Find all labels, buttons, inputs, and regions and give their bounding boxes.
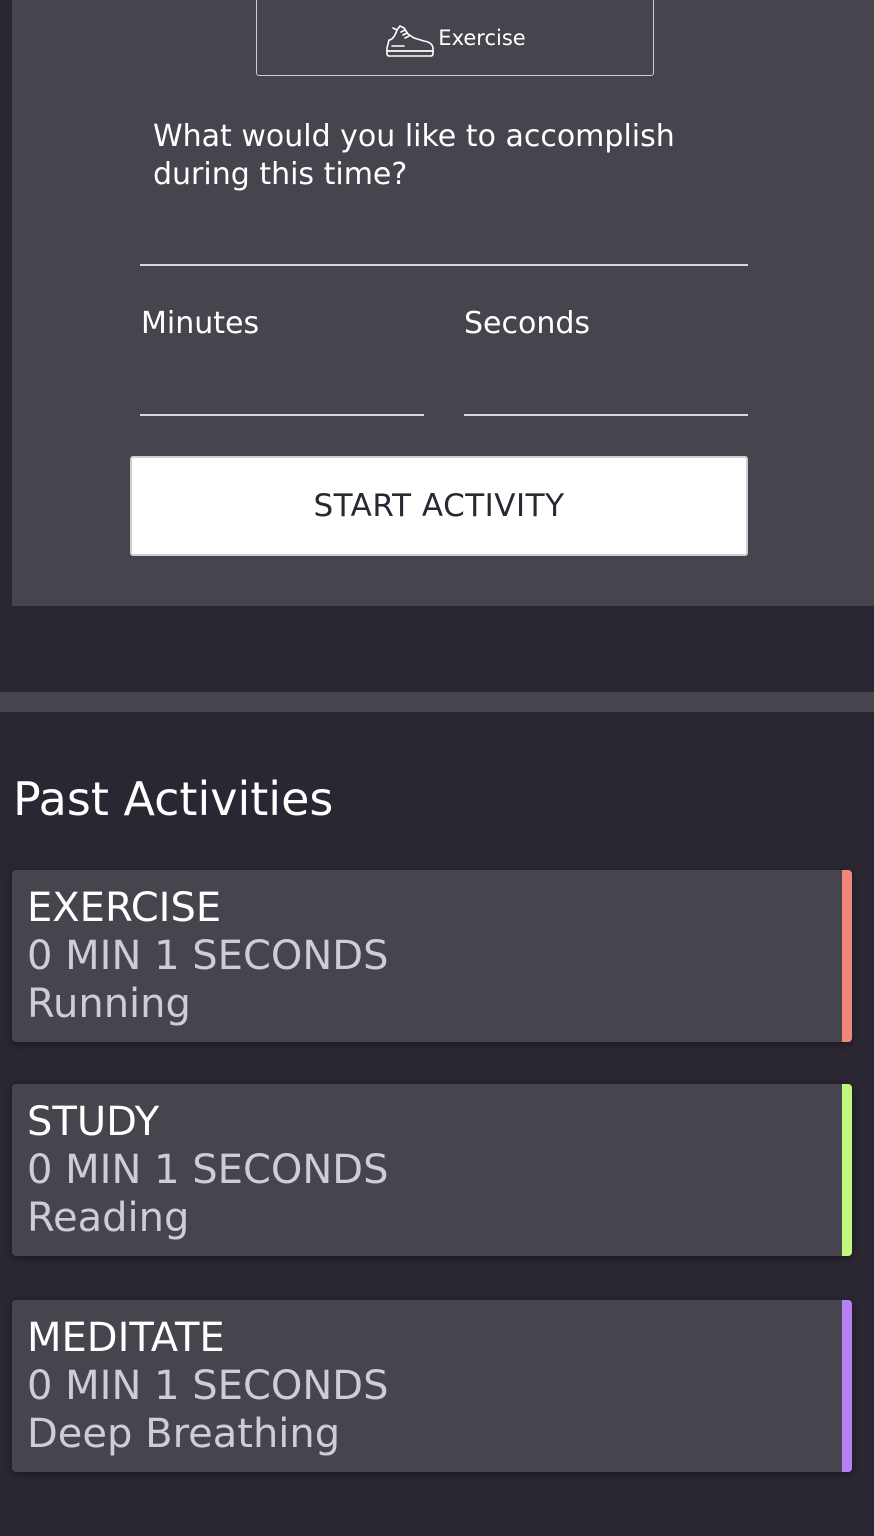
start-activity-button[interactable]: START ACTIVITY	[130, 456, 748, 556]
activity-type: STUDY	[27, 1099, 160, 1145]
category-label: Exercise	[438, 26, 526, 50]
activity-duration: 0 MIN 1 SECONDS	[27, 933, 389, 979]
section-divider	[0, 692, 874, 712]
activity-duration: 0 MIN 1 SECONDS	[27, 1147, 389, 1193]
activity-color-bar	[842, 1084, 852, 1256]
activity-color-bar	[842, 870, 852, 1042]
activity-type: EXERCISE	[27, 885, 222, 931]
activity-color-bar	[842, 1300, 852, 1472]
activity-type: MEDITATE	[27, 1315, 225, 1361]
activity-description: Reading	[27, 1195, 190, 1241]
category-exercise-button[interactable]: Exercise	[256, 0, 654, 76]
activity-duration: 0 MIN 1 SECONDS	[27, 1363, 389, 1409]
minutes-input[interactable]	[140, 370, 424, 416]
sneaker-icon	[384, 18, 436, 58]
activity-card[interactable]: MEDITATE 0 MIN 1 SECONDS Deep Breathing	[12, 1300, 852, 1472]
activity-description: Deep Breathing	[27, 1411, 341, 1457]
seconds-input[interactable]	[464, 370, 748, 416]
activity-description: Running	[27, 981, 191, 1027]
activity-card[interactable]: EXERCISE 0 MIN 1 SECONDS Running	[12, 870, 852, 1042]
minutes-label: Minutes	[141, 306, 260, 341]
past-activities-title: Past Activities	[13, 772, 334, 826]
seconds-label: Seconds	[464, 306, 591, 341]
goal-input[interactable]	[140, 220, 748, 266]
activity-card[interactable]: STUDY 0 MIN 1 SECONDS Reading	[12, 1084, 852, 1256]
goal-question: What would you like to accomplish during…	[153, 119, 675, 192]
